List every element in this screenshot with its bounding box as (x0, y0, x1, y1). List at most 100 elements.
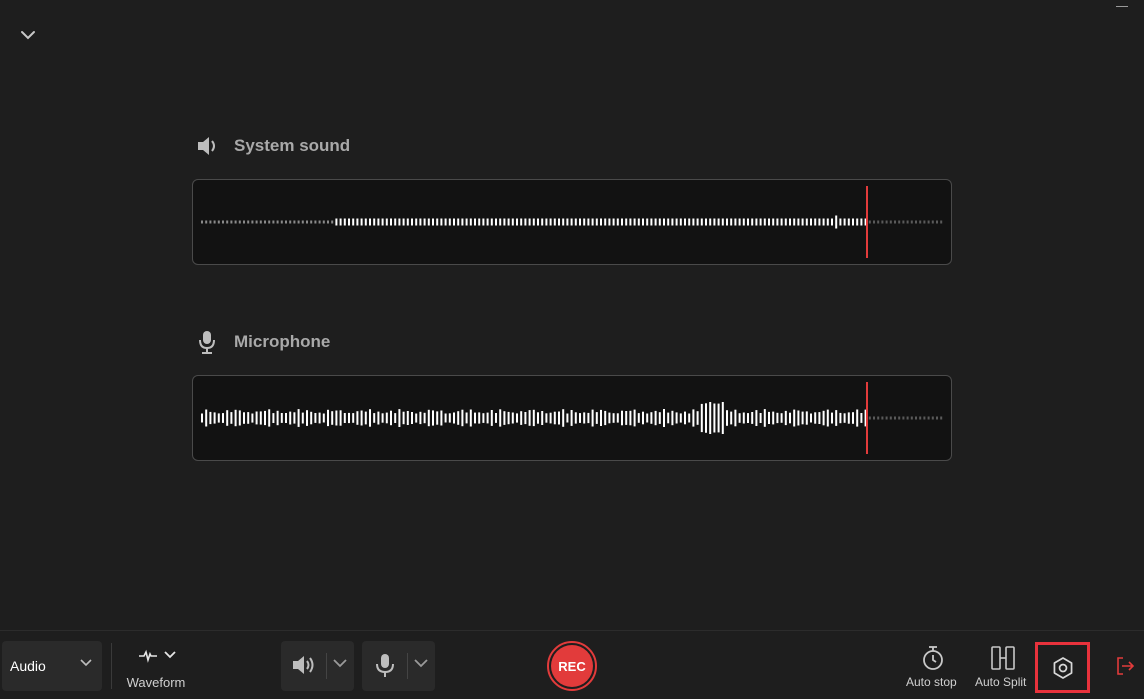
waveform-bar (474, 218, 476, 226)
waveform-bar (587, 218, 590, 226)
waveform-bar (238, 220, 241, 224)
waveform-bar (608, 218, 611, 226)
waveform-bar (205, 220, 208, 224)
chevron-down-icon (164, 651, 176, 659)
waveform-bar (940, 220, 943, 224)
waveform-bar (440, 410, 443, 426)
waveform-bar (398, 218, 401, 226)
waveform-bar (835, 215, 838, 229)
waveform-bar (503, 411, 506, 425)
waveform-bar (402, 218, 405, 226)
waveform-bar (747, 218, 749, 226)
waveform-bar (293, 220, 296, 224)
waveform-bar (562, 218, 565, 226)
waveform-bar (822, 410, 825, 426)
waveform-bar (835, 410, 838, 426)
waveform-bar (558, 411, 560, 425)
waveform-bar (360, 410, 363, 426)
waveform-bar (457, 411, 460, 425)
waveform-bar (936, 220, 938, 224)
settings-button[interactable] (1035, 642, 1090, 693)
waveform-bar (789, 412, 791, 424)
waveform-icon (139, 649, 157, 663)
waveform-bar (671, 218, 674, 226)
auto-split-button[interactable]: Auto Split (970, 643, 1034, 693)
waveform-bar (369, 218, 371, 226)
system-sound-waveform (192, 179, 952, 265)
waveform-bar (255, 411, 258, 425)
mode-select[interactable]: Audio (2, 641, 102, 691)
system-sound-device-button[interactable] (281, 641, 354, 691)
waveform-bar (810, 218, 812, 226)
waveform-bar (612, 218, 615, 226)
waveform-bar (805, 218, 808, 226)
speaker-icon (293, 656, 314, 674)
waveform-bar (768, 411, 770, 424)
system-sound-label: System sound (234, 136, 351, 155)
exit-icon (1117, 657, 1135, 675)
waveform-bar (373, 218, 376, 226)
auto-stop-button[interactable]: Auto stop (900, 643, 966, 693)
waveform-bar (818, 412, 821, 424)
waveform-bar (768, 218, 770, 226)
waveform-bar (574, 412, 577, 424)
waveform-bar (394, 413, 397, 423)
waveform-bar (679, 413, 682, 423)
waveform-bar (356, 411, 359, 425)
waveform-bar (411, 218, 413, 226)
waveform-bar (230, 412, 233, 424)
waveform-bar (793, 409, 796, 427)
waveform-bar (877, 220, 880, 224)
waveform-bar (759, 218, 762, 226)
toolbar-divider (111, 643, 112, 689)
auto-split-label: Auto Split (975, 675, 1027, 689)
waveform-bar (784, 218, 787, 226)
record-button[interactable]: REC (547, 641, 597, 691)
waveform-bar (696, 411, 699, 425)
waveform-bar (335, 218, 338, 226)
waveform-bar (654, 218, 657, 226)
waveform-bar (738, 413, 741, 423)
waveform-bar (629, 218, 632, 226)
waveform-bar (763, 218, 766, 226)
waveform-bar (936, 416, 938, 420)
exit-button[interactable] (1114, 655, 1138, 679)
waveform-bar (419, 411, 422, 425)
waveform-bar (646, 413, 649, 423)
waveform-bar (570, 218, 573, 226)
microphone-device-button[interactable] (362, 641, 435, 691)
mode-value: Audio (10, 658, 46, 674)
waveform-bar (931, 416, 934, 420)
waveform-bar (612, 413, 615, 423)
waveform-bar (663, 409, 665, 427)
waveform-bar (507, 411, 510, 425)
waveform-bar (251, 413, 254, 423)
timer-icon (923, 646, 943, 670)
waveform-bar (528, 410, 531, 426)
waveform-bar (780, 413, 783, 423)
waveform-bar (885, 416, 888, 420)
waveform-bar (423, 412, 426, 424)
waveform-bar (755, 410, 758, 426)
waveform-bar (797, 218, 800, 226)
waveform-bar (301, 220, 304, 224)
waveform-view-button[interactable]: Waveform (118, 641, 194, 693)
waveform-bar (553, 411, 556, 425)
waveform-bar (318, 220, 321, 224)
waveform-bar (461, 218, 464, 226)
collapse-button[interactable] (16, 24, 40, 46)
waveform-bar (600, 218, 602, 226)
waveform-bar (860, 218, 863, 226)
waveform-bar (549, 412, 552, 424)
waveform-bar (516, 218, 518, 226)
waveform-bar (826, 409, 829, 427)
bottom-toolbar: Audio Waveform REC Auto stop Auto Split (0, 630, 1144, 699)
waveform-bar (831, 218, 833, 226)
waveform-bar (663, 218, 665, 226)
waveform-bar (524, 218, 527, 226)
minimize-button[interactable] (1112, 0, 1132, 12)
waveform-bar (360, 218, 363, 226)
waveform-bar (574, 218, 577, 226)
waveform-bar (700, 403, 703, 433)
waveform-bar (587, 412, 590, 424)
